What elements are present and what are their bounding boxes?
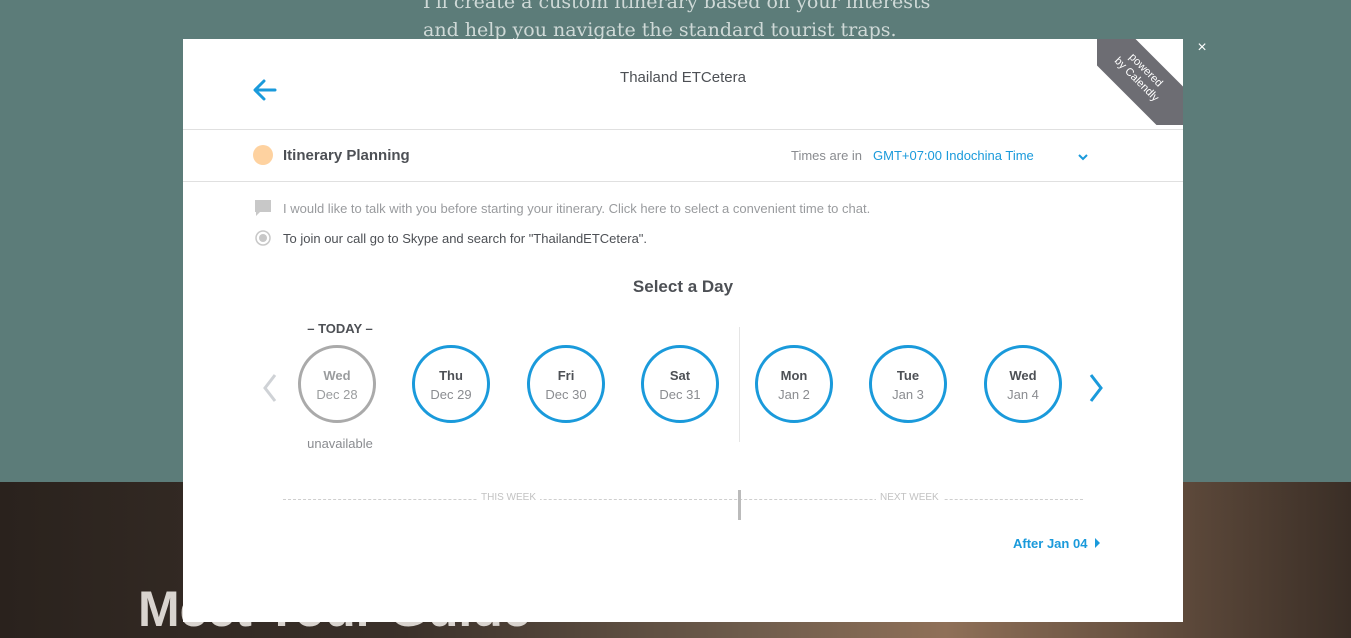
- timeline-marker: [738, 490, 741, 520]
- day-weekday: Sat: [669, 368, 691, 383]
- day-weekday: Thu: [439, 368, 463, 383]
- location-text: To join our call go to Skype and search …: [283, 231, 648, 246]
- day-weekday: Wed: [323, 368, 351, 383]
- scheduling-modal: Thailand ETCetera powered by Calendly It…: [183, 39, 1183, 622]
- day-button[interactable]: Mon Jan 2: [755, 345, 833, 423]
- day-date: Jan 2: [778, 387, 810, 402]
- day-button[interactable]: Sat Dec 31: [641, 345, 719, 423]
- day-date: Jan 3: [892, 387, 924, 402]
- powered-by-ribbon[interactable]: powered by Calendly: [1097, 39, 1183, 125]
- chevron-down-icon: [1077, 149, 1089, 167]
- day-button[interactable]: Wed Jan 4: [984, 345, 1062, 423]
- timezone-value: GMT+07:00 Indochina Time: [873, 148, 1034, 163]
- location-radio-icon: [253, 228, 273, 248]
- day-button: Wed Dec 28: [298, 345, 376, 423]
- week-separator: [739, 327, 740, 442]
- after-date-link[interactable]: After Jan 04: [1013, 536, 1101, 551]
- description-text: I would like to talk with you before sta…: [283, 201, 871, 216]
- event-color-dot: [253, 145, 273, 165]
- day-weekday: Tue: [896, 368, 920, 383]
- this-week-label: THIS WEEK: [477, 492, 541, 503]
- organization-title: Thailand ETCetera: [620, 69, 746, 86]
- day-button[interactable]: Tue Jan 3: [869, 345, 947, 423]
- unavailable-label: unavailable: [307, 436, 373, 451]
- next-week-chevron-icon[interactable]: [1084, 371, 1106, 405]
- day-weekday: Fri: [557, 368, 575, 383]
- prev-week-chevron-icon[interactable]: [260, 371, 282, 405]
- after-date-label: After Jan 04: [1013, 536, 1088, 551]
- today-label: – TODAY –: [307, 321, 373, 336]
- day-date: Dec 31: [659, 387, 701, 402]
- day-button[interactable]: Fri Dec 30: [527, 345, 605, 423]
- day-date: Dec 28: [316, 387, 358, 402]
- timezone-label: Times are in: [791, 148, 863, 163]
- day-date: Dec 29: [430, 387, 472, 402]
- day-button[interactable]: Thu Dec 29: [412, 345, 490, 423]
- next-week-label: NEXT WEEK: [876, 492, 943, 503]
- event-bar: Itinerary Planning Times are in GMT+07:0…: [183, 130, 1183, 182]
- modal-header: Thailand ETCetera powered by Calendly: [183, 39, 1183, 130]
- close-modal-button[interactable]: ×: [1194, 38, 1210, 58]
- day-weekday: Mon: [780, 368, 808, 383]
- chat-bubble-icon: [253, 198, 273, 218]
- caret-right-icon: [1095, 538, 1101, 548]
- select-day-heading: Select a Day: [632, 277, 734, 296]
- day-date: Dec 30: [545, 387, 587, 402]
- day-date: Jan 4: [1007, 387, 1039, 402]
- timezone-select[interactable]: GMT+07:00 Indochina Time: [873, 147, 1089, 165]
- event-name: Itinerary Planning: [283, 147, 410, 164]
- day-weekday: Wed: [1009, 368, 1037, 383]
- week-timeline: [283, 499, 1083, 501]
